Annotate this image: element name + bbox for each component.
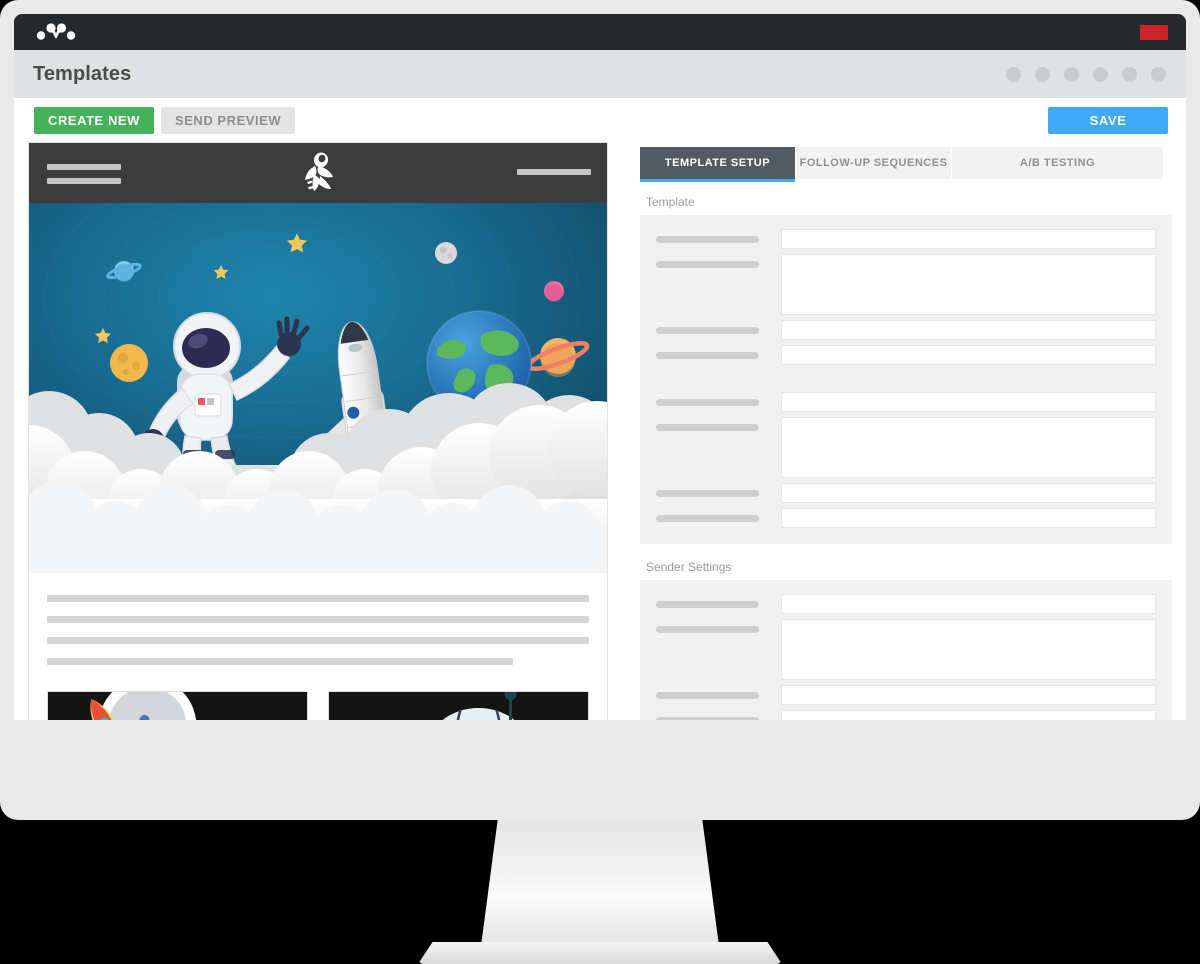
field-label-placeholder bbox=[656, 601, 759, 608]
header-dot[interactable] bbox=[1151, 66, 1166, 82]
monitor-stand-base bbox=[418, 942, 782, 964]
template-section bbox=[640, 215, 1172, 544]
app-bar bbox=[14, 14, 1186, 50]
email-header-placeholder-line bbox=[517, 169, 591, 175]
text-input[interactable] bbox=[781, 508, 1156, 528]
form-row bbox=[656, 594, 1156, 614]
form-row bbox=[656, 710, 1156, 720]
email-text-line bbox=[47, 595, 589, 602]
email-image-cards bbox=[29, 679, 607, 720]
email-text-line bbox=[47, 616, 589, 623]
text-input[interactable] bbox=[781, 483, 1156, 503]
text-input[interactable] bbox=[781, 685, 1156, 705]
email-header-placeholder-line bbox=[47, 178, 121, 184]
field-label-placeholder bbox=[656, 490, 759, 497]
page-title: Templates bbox=[33, 62, 132, 85]
header-dot[interactable] bbox=[1093, 66, 1108, 82]
header-dots bbox=[1006, 50, 1166, 98]
email-header bbox=[29, 143, 607, 203]
form-row bbox=[656, 345, 1156, 365]
field-label-placeholder bbox=[656, 352, 759, 359]
header-dot[interactable] bbox=[1064, 66, 1079, 82]
header-dot[interactable] bbox=[1122, 66, 1137, 82]
email-preview[interactable] bbox=[28, 142, 608, 720]
textarea-input[interactable] bbox=[781, 619, 1156, 680]
form-row bbox=[656, 417, 1156, 478]
mautic-logo-icon[interactable] bbox=[34, 21, 78, 43]
send-preview-button[interactable]: SEND PREVIEW bbox=[160, 106, 296, 134]
email-text-line bbox=[47, 637, 589, 644]
form-row bbox=[656, 392, 1156, 412]
astronaut-rocket-logo-icon bbox=[293, 149, 343, 199]
field-label-placeholder bbox=[656, 692, 759, 699]
email-text-line bbox=[47, 658, 514, 665]
form-row bbox=[656, 254, 1156, 315]
tab-follow-up-sequences[interactable]: FOLLOW-UP SEQUENCES bbox=[796, 147, 952, 179]
textarea-input[interactable] bbox=[781, 254, 1156, 315]
text-input[interactable] bbox=[781, 392, 1156, 412]
create-new-button[interactable]: CREATE NEW bbox=[34, 106, 154, 134]
red-badge-indicator[interactable] bbox=[1140, 25, 1168, 40]
section-label-template: Template bbox=[646, 195, 695, 209]
tab-ab-testing[interactable]: A/B TESTING bbox=[952, 147, 1164, 179]
text-input[interactable] bbox=[781, 345, 1156, 365]
tab-template-setup[interactable]: TEMPLATE SETUP bbox=[640, 147, 796, 182]
sender-settings-section bbox=[640, 580, 1172, 720]
field-label-placeholder bbox=[656, 717, 759, 720]
text-input[interactable] bbox=[781, 594, 1156, 614]
field-label-placeholder bbox=[656, 327, 759, 334]
title-bar: Templates bbox=[14, 50, 1186, 98]
field-label-placeholder bbox=[656, 424, 759, 431]
screen: Templates CREATE NEW SEND PREVIEW SAVE T… bbox=[14, 14, 1186, 720]
toolbar: CREATE NEW SEND PREVIEW SAVE bbox=[14, 98, 1186, 142]
textarea-input[interactable] bbox=[781, 417, 1156, 478]
header-dot[interactable] bbox=[1006, 66, 1021, 82]
email-image-card[interactable] bbox=[47, 691, 308, 720]
form-spacer bbox=[656, 370, 1156, 392]
header-dot[interactable] bbox=[1035, 66, 1050, 82]
settings-pane: TEMPLATE SETUP FOLLOW-UP SEQUENCES A/B T… bbox=[622, 142, 1186, 720]
monitor-frame: Templates CREATE NEW SEND PREVIEW SAVE T… bbox=[0, 0, 1200, 820]
monitor-stand bbox=[0, 820, 1200, 964]
settings-tabs: TEMPLATE SETUP FOLLOW-UP SEQUENCES A/B T… bbox=[640, 147, 1172, 182]
form-row bbox=[656, 320, 1156, 340]
form-row bbox=[656, 483, 1156, 503]
monitor-stand-neck bbox=[481, 820, 719, 946]
email-header-placeholder-line bbox=[47, 164, 121, 170]
text-input[interactable] bbox=[781, 710, 1156, 720]
form-row bbox=[656, 229, 1156, 249]
field-label-placeholder bbox=[656, 399, 759, 406]
form-row bbox=[656, 508, 1156, 528]
workspace: TEMPLATE SETUP FOLLOW-UP SEQUENCES A/B T… bbox=[14, 142, 1186, 720]
text-input[interactable] bbox=[781, 320, 1156, 340]
field-label-placeholder bbox=[656, 236, 759, 243]
field-label-placeholder bbox=[656, 515, 759, 522]
section-label-sender-settings: Sender Settings bbox=[646, 560, 732, 574]
email-body-text bbox=[29, 573, 607, 665]
field-label-placeholder bbox=[656, 261, 759, 268]
form-row bbox=[656, 685, 1156, 705]
form-row bbox=[656, 619, 1156, 680]
text-input[interactable] bbox=[781, 229, 1156, 249]
save-button[interactable]: SAVE bbox=[1048, 106, 1168, 134]
email-preview-pane bbox=[14, 142, 622, 720]
email-image-card[interactable] bbox=[328, 691, 589, 720]
field-label-placeholder bbox=[656, 626, 759, 633]
email-hero-image bbox=[29, 203, 607, 573]
